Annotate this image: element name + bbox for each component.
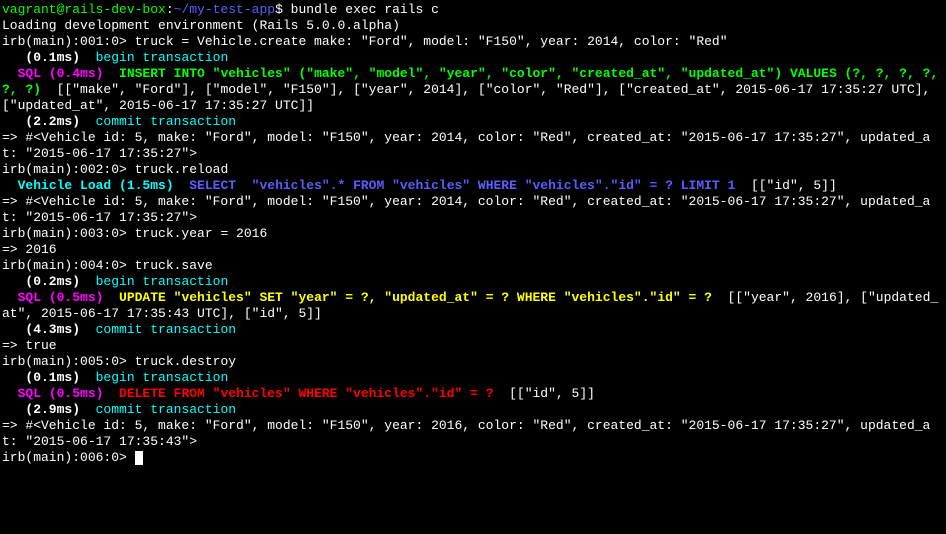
tx-begin-time-3: (0.1ms) [25,370,95,385]
tx-commit-time-3: (2.9ms) [25,402,95,417]
shell-prompt-colon: : [166,2,174,17]
tx-begin-text-3: begin transaction [96,370,229,385]
sql-delete-label: SQL (0.5ms) [2,386,119,401]
irb-cmd-2: truck.reload [135,162,229,177]
sql-update-label: SQL (0.5ms) [2,290,119,305]
tx-commit-2 [2,322,25,337]
tx-begin-time-2: (0.2ms) [25,274,95,289]
tx-commit-text-2: commit transaction [96,322,236,337]
sql-load-params: [["id", 5]] [735,178,836,193]
irb-cmd-4: truck.save [135,258,213,273]
tx-commit-time-1: (2.2ms) [25,114,95,129]
tx-begin-text-1: begin transaction [96,50,229,65]
irb-cmd-5: truck.destroy [135,354,236,369]
result-4: => true [2,338,57,353]
tx-commit-text-1: commit transaction [96,114,236,129]
terminal-cursor[interactable] [135,451,143,465]
sql-insert-params: [["make", "Ford"], ["model", "F150"], ["… [2,82,938,113]
tx-begin-text-2: begin transaction [96,274,229,289]
tx-begin-2 [2,274,25,289]
irb-prompt-1: irb(main):001:0> [2,34,135,49]
tx-begin-3 [2,370,25,385]
result-5: => #<Vehicle id: 5, make: "Ford", model:… [2,418,930,449]
sql-insert-label: SQL (0.4ms) [2,66,119,81]
sql-load-label: Vehicle Load (1.5ms) [2,178,189,193]
tx-commit-1 [2,114,25,129]
shell-command: bundle exec rails c [291,2,439,17]
irb-prompt-6: irb(main):006:0> [2,450,135,465]
irb-prompt-4: irb(main):004:0> [2,258,135,273]
shell-prompt-path: ~/my-test-app [174,2,275,17]
shell-prompt-user: vagrant@rails-dev-box [2,2,166,17]
result-2: => #<Vehicle id: 5, make: "Ford", model:… [2,194,930,225]
irb-cmd-1: truck = Vehicle.create make: "Ford", mod… [135,34,728,49]
sql-update-stmt: UPDATE "vehicles" SET "year" = ?, "updat… [119,290,712,305]
irb-prompt-5: irb(main):005:0> [2,354,135,369]
tx-commit-3 [2,402,25,417]
sql-delete-params: [["id", 5]] [494,386,595,401]
result-3: => 2016 [2,242,57,257]
irb-prompt-2: irb(main):002:0> [2,162,135,177]
tx-commit-time-2: (4.3ms) [25,322,95,337]
result-1: => #<Vehicle id: 5, make: "Ford", model:… [2,130,930,161]
irb-cmd-3: truck.year = 2016 [135,226,268,241]
sql-load-stmt: SELECT "vehicles".* FROM "vehicles" WHER… [189,178,735,193]
tx-commit-text-3: commit transaction [96,402,236,417]
irb-prompt-3: irb(main):003:0> [2,226,135,241]
rails-loading: Loading development environment (Rails 5… [2,18,400,33]
tx-begin-1 [2,50,25,65]
sql-delete-stmt: DELETE FROM "vehicles" WHERE "vehicles".… [119,386,493,401]
tx-begin-time-1: (0.1ms) [25,50,95,65]
shell-prompt-dollar: $ [275,2,291,17]
